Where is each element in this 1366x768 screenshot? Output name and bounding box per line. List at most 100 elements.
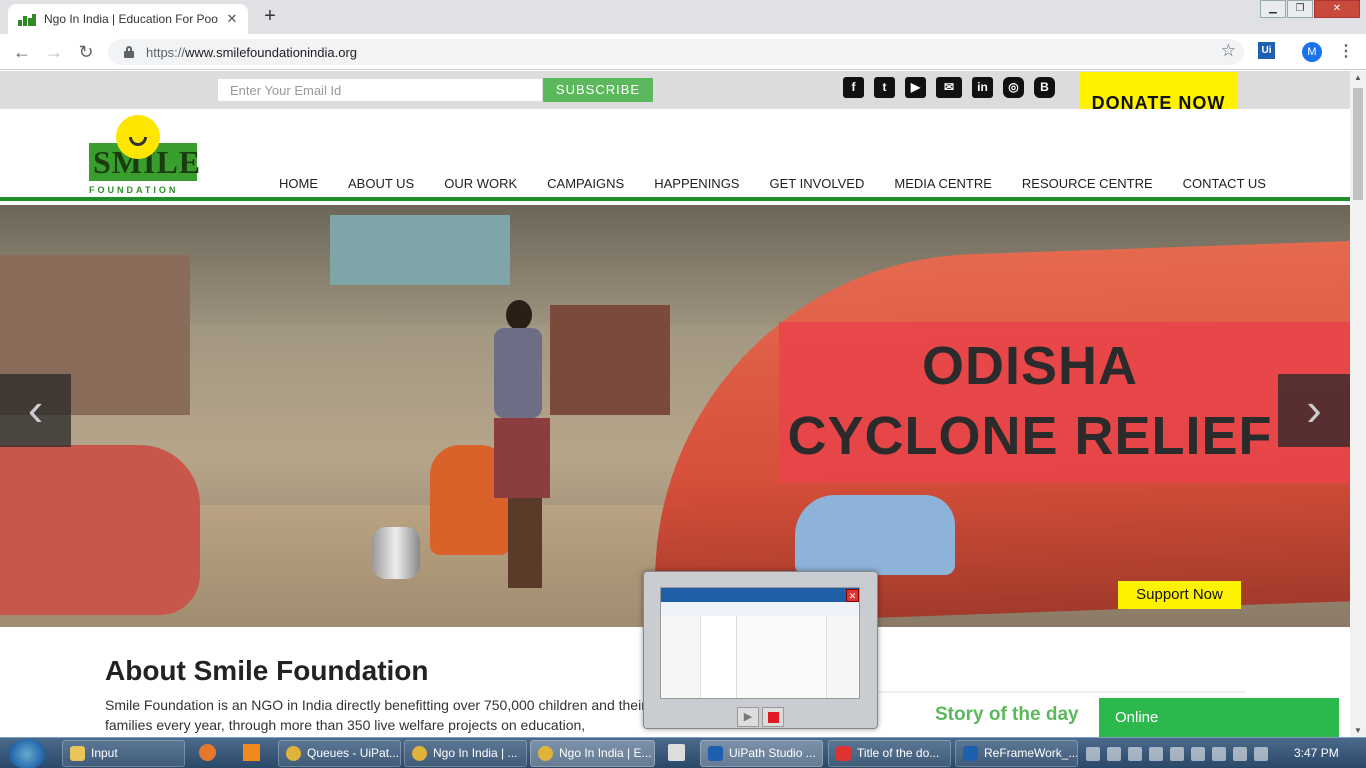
- nav-our-work[interactable]: OUR WORK: [444, 176, 517, 191]
- chat-online-widget[interactable]: Online: [1099, 698, 1339, 737]
- instagram-icon[interactable]: ◎: [1003, 77, 1024, 98]
- taskbar-item-reframework[interactable]: ReFrameWork_...: [955, 740, 1078, 767]
- window-controls: ▁ ❐ ✕: [1260, 0, 1360, 18]
- system-tray: [1086, 738, 1268, 768]
- uipath-window-thumbnail[interactable]: [660, 587, 860, 699]
- nav-resource-centre[interactable]: RESOURCE CENTRE: [1022, 176, 1153, 191]
- twitter-icon[interactable]: t: [874, 77, 895, 98]
- chrome-icon: [538, 746, 553, 761]
- scroll-up-icon[interactable]: ▲: [1354, 73, 1362, 82]
- snipping-tool-icon[interactable]: [668, 744, 685, 761]
- about-heading: About Smile Foundation: [105, 655, 429, 686]
- smile-foundation-logo[interactable]: SMILE FOUNDATION: [89, 115, 200, 195]
- window-close-icon[interactable]: ✕: [1314, 0, 1360, 18]
- uipath-icon: [708, 746, 723, 761]
- pdf-icon: [836, 746, 851, 761]
- linkedin-icon[interactable]: in: [972, 77, 993, 98]
- taskbar-clock[interactable]: 3:47 PM: [1294, 738, 1339, 768]
- signal-icon[interactable]: [1233, 746, 1247, 761]
- taskbar-item-uipath-studio[interactable]: UiPath Studio ...: [700, 740, 823, 767]
- scroll-down-icon[interactable]: ▼: [1354, 726, 1362, 735]
- play-icon[interactable]: ▶: [737, 707, 759, 727]
- logo-subtitle: FOUNDATION: [89, 185, 179, 195]
- taskbar-item-ngo-1[interactable]: Ngo In India | ...: [404, 740, 527, 767]
- word-icon[interactable]: [1128, 746, 1142, 761]
- windows-taskbar: Input Queues - UiPat... Ngo In India | .…: [0, 737, 1366, 768]
- nav-get-involved[interactable]: GET INVOLVED: [769, 176, 864, 191]
- stop-icon[interactable]: [762, 707, 784, 727]
- profile-avatar[interactable]: M: [1302, 42, 1322, 62]
- taskbar-label: Ngo In India | ...: [433, 746, 518, 760]
- facebook-icon[interactable]: f: [843, 77, 864, 98]
- vlc-icon[interactable]: [243, 744, 260, 761]
- mail-icon[interactable]: ✉: [936, 77, 962, 98]
- address-bar[interactable]: https://www.smilefoundationindia.org ☆: [108, 39, 1244, 65]
- blogger-icon[interactable]: B: [1034, 77, 1055, 98]
- chrome-icon: [412, 746, 427, 761]
- youtube-icon[interactable]: ▶: [905, 77, 926, 98]
- nav-happenings[interactable]: HAPPENINGS: [654, 176, 739, 191]
- nav-home[interactable]: HOME: [279, 176, 318, 191]
- taskbar-item-document[interactable]: Title of the do...: [828, 740, 951, 767]
- about-paragraph: Smile Foundation is an NGO in India dire…: [105, 697, 646, 733]
- scroll-thumb[interactable]: [1353, 88, 1363, 200]
- email-input[interactable]: [217, 78, 543, 102]
- site-header: SMILE FOUNDATION HOME ABOUT US OUR WORK …: [0, 109, 1350, 201]
- slider-prev-arrow-icon[interactable]: ‹: [0, 374, 71, 447]
- nvidia-icon[interactable]: [1107, 746, 1121, 761]
- nav-contact-us[interactable]: CONTACT US: [1183, 176, 1266, 191]
- man-figure: [488, 300, 558, 590]
- hero-slider: ODISHA CYCLONE RELIEF ‹ › Support Now: [0, 205, 1350, 627]
- taskbar-label: ReFrameWork_...: [984, 746, 1078, 760]
- tray-app-icon[interactable]: [1086, 746, 1100, 761]
- main-navigation: HOME ABOUT US OUR WORK CAMPAIGNS HAPPENI…: [279, 176, 1266, 191]
- lock-icon: [122, 46, 136, 58]
- taskbar-label: Input: [91, 746, 118, 760]
- nav-media-centre[interactable]: MEDIA CENTRE: [894, 176, 992, 191]
- brick-rubble: [550, 305, 670, 415]
- usb-icon[interactable]: [1149, 746, 1163, 761]
- restore-icon[interactable]: ❐: [1287, 0, 1313, 18]
- url-scheme: https://: [146, 44, 186, 60]
- bookmark-star-icon[interactable]: ☆: [1221, 41, 1236, 61]
- ruined-house: [330, 215, 510, 285]
- minimize-icon[interactable]: ▁: [1260, 0, 1286, 18]
- forward-arrow-icon[interactable]: →: [42, 40, 66, 64]
- preview-close-icon[interactable]: ✕: [846, 589, 859, 602]
- taskbar-label: UiPath Studio ...: [729, 746, 816, 760]
- taskbar-item-queues[interactable]: Queues - UiPat...: [278, 740, 401, 767]
- smile-favicon-icon: [18, 13, 36, 26]
- windows-start-button[interactable]: [8, 739, 46, 768]
- browser-tab[interactable]: Ngo In India | Education For Poor ✕: [8, 4, 248, 34]
- support-now-button[interactable]: Support Now: [1118, 581, 1241, 609]
- smiley-sun-icon: [116, 115, 160, 159]
- tab-close-icon[interactable]: ✕: [224, 11, 240, 27]
- hero-heading-line2: CYCLONE RELIEF: [787, 406, 1273, 466]
- back-arrow-icon[interactable]: ←: [10, 40, 34, 64]
- page-scrollbar[interactable]: ▲ ▼: [1350, 71, 1366, 737]
- social-links: f t ▶ ✉ in ◎ B: [843, 77, 1055, 98]
- reload-icon[interactable]: ↻: [74, 40, 98, 64]
- slider-next-arrow-icon[interactable]: ›: [1278, 374, 1350, 447]
- bluetooth-icon[interactable]: [1170, 746, 1184, 761]
- url-host: www.smilefoundationindia.org: [185, 44, 358, 60]
- browser-menu-icon[interactable]: ⋮: [1338, 41, 1354, 61]
- taskbar-label: Ngo In India | E...: [559, 746, 652, 760]
- metal-pot: [372, 527, 420, 579]
- taskbar-item-ngo-2[interactable]: Ngo In India | E...: [530, 740, 655, 767]
- volume-icon[interactable]: [1254, 746, 1268, 761]
- battery-icon[interactable]: [1212, 746, 1226, 761]
- taskbar-item-input[interactable]: Input: [62, 740, 185, 767]
- taskbar-label: Title of the do...: [857, 746, 940, 760]
- uipath-extension-icon[interactable]: Ui: [1258, 42, 1275, 59]
- story-of-the-day-title: Story of the day: [935, 704, 1079, 725]
- flag-icon[interactable]: [1191, 746, 1205, 761]
- firefox-icon[interactable]: [199, 744, 216, 761]
- nav-campaigns[interactable]: CAMPAIGNS: [547, 176, 624, 191]
- nav-about-us[interactable]: ABOUT US: [348, 176, 414, 191]
- uipath-icon: [963, 746, 978, 761]
- tab-title: Ngo In India | Education For Poor: [44, 12, 218, 26]
- red-boat-left: [0, 445, 200, 615]
- new-tab-button[interactable]: +: [256, 5, 284, 29]
- subscribe-button[interactable]: SUBSCRIBE: [543, 78, 653, 102]
